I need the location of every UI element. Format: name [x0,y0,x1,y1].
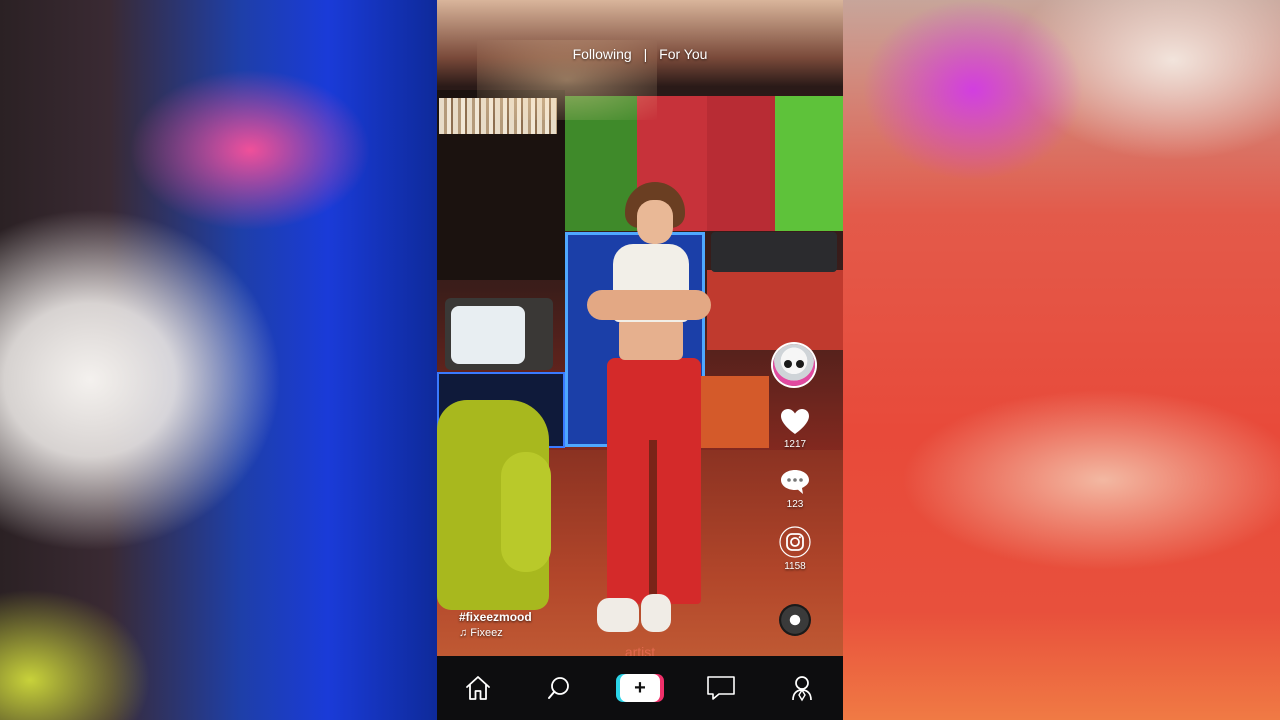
creator-avatar[interactable] [773,344,815,386]
dancer-shoe-right [641,594,671,632]
red-cabinet-2 [707,96,775,231]
plus-icon: + [634,677,646,699]
inbox-icon [707,676,735,700]
heart-icon [781,409,809,434]
tab-separator: | [643,46,648,62]
blurred-backdrop-right [843,0,1280,720]
red-sideboard [707,270,843,350]
blurred-backdrop-left [0,0,437,720]
caption-hashtag[interactable]: #fixeezmood [459,610,532,624]
dancer-shoe-left [597,598,639,632]
green-cabinet-2 [775,96,843,231]
sound-name[interactable]: ♫ Fixeez [459,627,532,639]
tab-for-you[interactable]: For You [655,46,711,62]
search-icon [547,677,569,699]
dancer-face [637,200,673,244]
nav-profile[interactable] [782,668,822,708]
comment-icon [781,470,809,494]
phone-screen: Following | For You 1217 123 1158 #fixee… [437,0,843,720]
share-button[interactable]: 1158 [773,526,817,572]
instagram-icon [779,526,811,558]
dancer-midriff [619,318,683,360]
add-button[interactable]: + [619,674,660,702]
bottom-nav: + [437,656,843,720]
feed-tabs: Following | For You [437,46,843,62]
dancer-pants-gap [649,440,657,604]
tv-screen [451,306,525,364]
comment-count: 123 [786,499,804,510]
tab-following[interactable]: Following [569,46,636,62]
nav-inbox[interactable] [701,668,741,708]
like-button[interactable]: 1217 [773,408,817,450]
video-caption: #fixeezmood ♫ Fixeez [459,610,532,639]
comment-button[interactable]: 123 [773,468,817,510]
home-icon [465,676,490,700]
music-disc-icon[interactable] [779,604,811,636]
share-count: 1158 [784,561,806,572]
nav-home[interactable] [458,668,498,708]
dancer-arms [587,290,711,320]
nav-add[interactable]: + [619,668,660,708]
orange-cabinet [699,376,769,448]
profile-icon [792,676,813,702]
boombox [711,232,837,272]
armchair-arm [501,452,551,572]
like-count: 1217 [783,439,807,450]
nav-search[interactable] [539,668,579,708]
